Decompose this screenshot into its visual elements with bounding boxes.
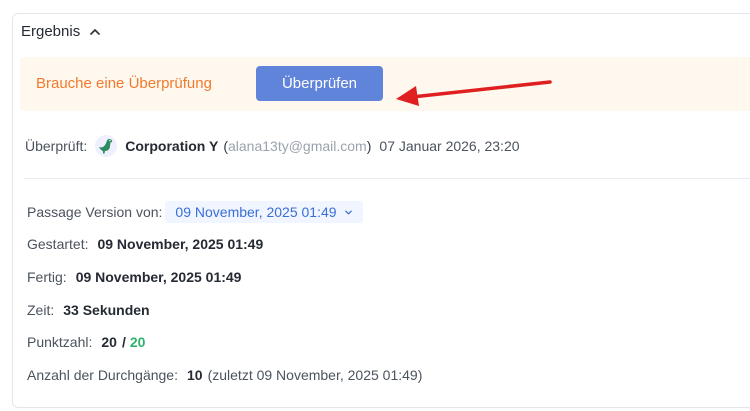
finished-row: Fertig: 09 November, 2025 01:49 xyxy=(27,269,241,285)
email-paren-close: ) xyxy=(366,138,372,154)
chevron-up-icon[interactable] xyxy=(89,26,101,38)
started-row: Gestartet: 09 November, 2025 01:49 xyxy=(27,236,263,252)
verified-row: Überprüft: Corporation Y (alana13ty@gmai… xyxy=(25,135,520,157)
verified-datetime: 07 Januar 2026, 23:20 xyxy=(379,138,520,154)
score-max: 20 xyxy=(129,334,146,350)
version-select-value: 09 November, 2025 01:49 xyxy=(175,204,337,220)
time-row: Zeit: 33 Sekunden xyxy=(27,302,150,318)
dinosaur-icon xyxy=(99,139,113,154)
score-label: Punktzahl: xyxy=(27,334,93,350)
attempts-note: (zuletzt 09 November, 2025 01:49) xyxy=(207,367,423,383)
version-select[interactable]: 09 November, 2025 01:49 xyxy=(165,201,363,223)
avatar xyxy=(95,135,118,157)
verifier-email: alana13ty@gmail.com xyxy=(228,138,367,154)
finished-label: Fertig: xyxy=(27,269,67,285)
started-value: 09 November, 2025 01:49 xyxy=(97,236,264,252)
finished-value: 09 November, 2025 01:49 xyxy=(75,269,242,285)
verified-label: Überprüft: xyxy=(25,138,88,154)
version-row: Passage Version von: 09 November, 2025 0… xyxy=(27,201,363,223)
time-label: Zeit: xyxy=(27,302,55,318)
verify-button[interactable]: Überprüfen xyxy=(256,66,383,101)
review-banner: Brauche eine Überprüfung Überprüfen xyxy=(20,57,750,111)
score-separator: / xyxy=(121,334,126,350)
attempts-value: 10 xyxy=(187,367,203,383)
time-value: 33 Sekunden xyxy=(63,302,150,318)
verifier-name: Corporation Y xyxy=(125,138,219,154)
section-title: Ergebnis xyxy=(21,23,81,40)
result-section-header[interactable]: Ergebnis xyxy=(21,23,101,40)
divider xyxy=(24,178,750,179)
version-label: Passage Version von: xyxy=(27,204,163,220)
started-label: Gestartet: xyxy=(27,236,89,252)
chevron-down-icon xyxy=(344,210,352,214)
review-message: Brauche eine Überprüfung xyxy=(36,75,212,92)
score-value: 20 xyxy=(101,334,117,350)
attempts-label: Anzahl der Durchgänge: xyxy=(27,367,178,383)
arrow-icon xyxy=(396,80,552,106)
score-row: Punktzahl: 20 / 20 xyxy=(27,334,145,350)
attempts-row: Anzahl der Durchgänge: 10 (zuletzt 09 No… xyxy=(27,367,422,383)
